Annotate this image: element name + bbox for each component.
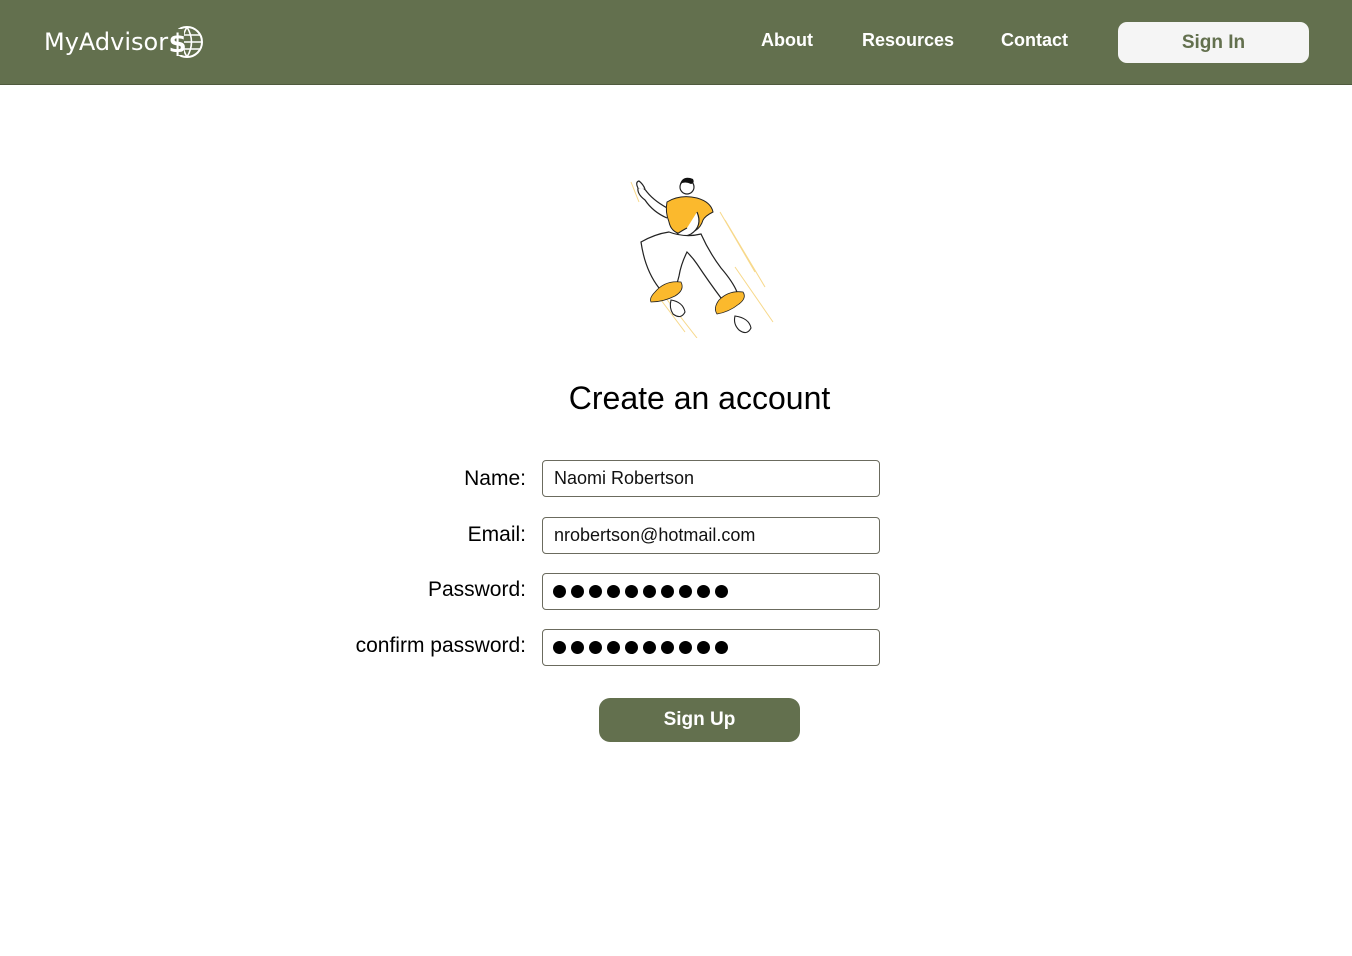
password-dot: [589, 585, 602, 598]
password-field[interactable]: [542, 573, 880, 610]
svg-text:$: $: [169, 29, 187, 59]
nav-resources[interactable]: Resources: [862, 30, 954, 51]
confirm-password-label: confirm password:: [355, 634, 526, 657]
password-label: Password:: [427, 578, 526, 601]
password-dot: [625, 585, 638, 598]
password-dot: [661, 585, 674, 598]
password-dot: [697, 641, 710, 654]
name-label: Name:: [464, 467, 526, 490]
name-field[interactable]: [542, 460, 880, 497]
password-dot: [643, 585, 656, 598]
nav-about[interactable]: About: [761, 30, 813, 51]
email-label: Email:: [467, 523, 526, 546]
password-dot: [553, 585, 566, 598]
password-dot: [553, 641, 566, 654]
password-dot: [715, 641, 728, 654]
sign-up-button[interactable]: Sign Up: [599, 698, 800, 742]
nav-contact[interactable]: Contact: [1001, 30, 1068, 51]
password-dot: [643, 641, 656, 654]
password-dot: [607, 641, 620, 654]
password-dot: [571, 641, 584, 654]
password-dot: [571, 585, 584, 598]
brand-name: MyAdvisor: [44, 28, 169, 56]
password-dot: [715, 585, 728, 598]
password-dot: [679, 585, 692, 598]
brand-logo[interactable]: MyAdvisor $: [44, 22, 204, 62]
password-dot: [679, 641, 692, 654]
password-dot: [661, 641, 674, 654]
confirm-password-field[interactable]: [542, 629, 880, 666]
password-dot: [589, 641, 602, 654]
email-field[interactable]: [542, 517, 880, 554]
dollar-globe-icon: $: [169, 26, 204, 59]
password-dot: [625, 641, 638, 654]
password-dot: [697, 585, 710, 598]
jumping-person-illustration: [630, 177, 774, 338]
password-dot: [607, 585, 620, 598]
page-title: Create an account: [568, 380, 831, 416]
sign-in-button[interactable]: Sign In: [1118, 22, 1309, 63]
top-navbar: MyAdvisor $ About Resources Contact Sign…: [0, 0, 1352, 85]
